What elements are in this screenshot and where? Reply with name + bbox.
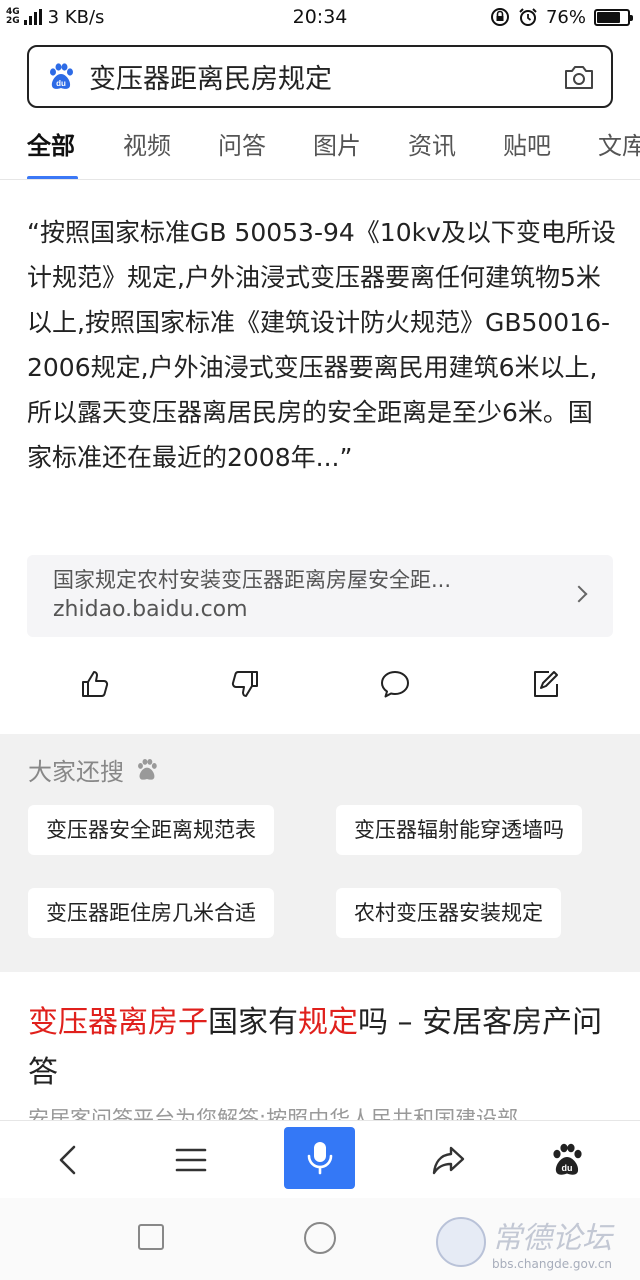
thumbs-down-icon[interactable] bbox=[229, 668, 261, 700]
search-tabs: 全部 视频 问答 图片 资讯 贴吧 文库 bbox=[0, 112, 640, 180]
baidu-home-icon[interactable]: du bbox=[548, 1141, 586, 1179]
battery-percent: 76% bbox=[545, 6, 586, 28]
result-title-part: 国家有 bbox=[208, 1005, 298, 1040]
search-box[interactable]: du 变压器距离民房规定 bbox=[27, 45, 613, 108]
related-searches: 大家还搜 变压器安全距离规范表 变压器辐射能穿透墙吗 变压器距住房几米合适 农村… bbox=[0, 734, 640, 972]
source-domain: zhidao.baidu.com bbox=[53, 597, 248, 622]
related-title-text: 大家还搜 bbox=[28, 758, 124, 786]
svg-text:du: du bbox=[56, 79, 66, 88]
tab-all[interactable]: 全部 bbox=[27, 126, 75, 161]
home-button[interactable] bbox=[304, 1222, 336, 1254]
menu-icon[interactable] bbox=[172, 1141, 210, 1179]
baidu-logo-icon: du bbox=[50, 62, 73, 89]
watermark-brand: 常德论坛 bbox=[492, 1221, 612, 1256]
related-chip[interactable]: 变压器安全距离规范表 bbox=[28, 805, 274, 855]
related-chip[interactable]: 变压器距住房几米合适 bbox=[28, 888, 274, 938]
tab-images[interactable]: 图片 bbox=[313, 126, 361, 161]
thumbs-up-icon[interactable] bbox=[79, 668, 111, 700]
result-title-part: 规定 bbox=[298, 1005, 358, 1040]
answer-source-card[interactable]: 国家规定农村安装变压器距离房屋安全距... zhidao.baidu.com bbox=[27, 555, 613, 637]
active-tab-indicator bbox=[27, 176, 78, 179]
rotation-lock-icon bbox=[490, 8, 509, 26]
source-title: 国家规定农村安装变压器距离房屋安全距... bbox=[53, 568, 452, 592]
result-title-part: 变压器离房子 bbox=[28, 1005, 208, 1040]
edit-note-icon[interactable] bbox=[529, 668, 561, 700]
system-nav-bar: 常德论坛 bbs.changde.gov.cn bbox=[0, 1198, 640, 1280]
watermark-text: 常德论坛 bbs.changde.gov.cn bbox=[492, 1213, 612, 1271]
comment-icon[interactable] bbox=[379, 668, 411, 700]
recent-apps-button[interactable] bbox=[138, 1224, 164, 1250]
result-title-link[interactable]: 变压器离房子国家有规定吗 – 安居客房产问答 bbox=[28, 998, 628, 1098]
status-right: 76% bbox=[490, 0, 633, 34]
camera-icon[interactable] bbox=[563, 63, 595, 91]
paw-icon bbox=[138, 758, 157, 780]
watermark-url: bbs.changde.gov.cn bbox=[492, 1257, 613, 1271]
share-icon[interactable] bbox=[430, 1141, 468, 1179]
battery-icon bbox=[594, 8, 633, 26]
voice-search-button[interactable] bbox=[284, 1127, 355, 1189]
search-input[interactable]: 变压器距离民房规定 bbox=[89, 57, 563, 96]
svg-text:du: du bbox=[562, 1163, 573, 1173]
tab-wenku[interactable]: 文库 bbox=[598, 126, 640, 161]
site-watermark: 常德论坛 bbs.changde.gov.cn bbox=[436, 1210, 632, 1274]
related-chip[interactable]: 变压器辐射能穿透墙吗 bbox=[336, 805, 582, 855]
status-bar: 4G 2G 3 KB/s 20:34 76% bbox=[0, 0, 640, 34]
tab-qa[interactable]: 问答 bbox=[218, 126, 266, 161]
microphone-icon bbox=[307, 1142, 332, 1175]
related-chip[interactable]: 农村变压器安装规定 bbox=[336, 888, 561, 938]
bottom-toolbar: du bbox=[0, 1120, 640, 1198]
answer-actions bbox=[0, 660, 640, 712]
related-title: 大家还搜 bbox=[28, 752, 160, 787]
back-arrow-icon[interactable] bbox=[50, 1141, 88, 1179]
tab-video[interactable]: 视频 bbox=[123, 126, 171, 161]
battery-fill bbox=[597, 11, 620, 23]
watermark-seal-icon bbox=[436, 1217, 486, 1267]
answer-text: “按照国家标准GB 50053-94《10kv及以下变电所设计规范》规定,户外油… bbox=[27, 218, 616, 472]
alarm-icon bbox=[519, 8, 537, 26]
tab-tieba[interactable]: 贴吧 bbox=[503, 126, 551, 161]
tab-news[interactable]: 资讯 bbox=[408, 126, 456, 161]
